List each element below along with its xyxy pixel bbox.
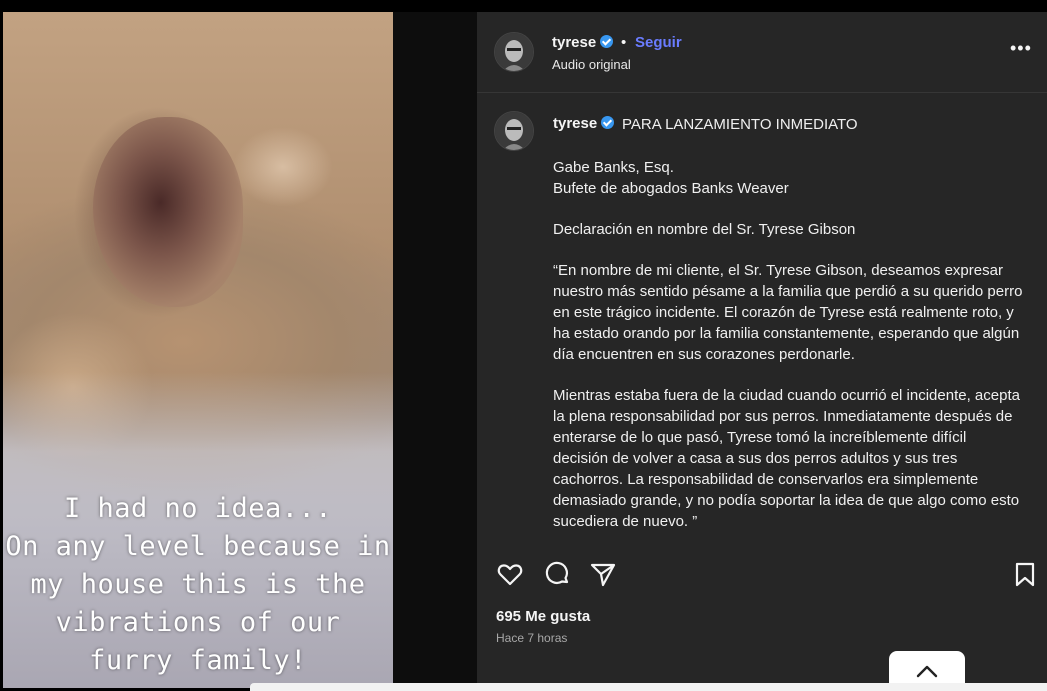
likes-count[interactable]: 695 Me gusta bbox=[496, 608, 590, 625]
post-caption-area: tyrese PARA LANZAMIENTO INMEDIATO Gabe B… bbox=[477, 93, 1047, 547]
verified-badge-icon bbox=[601, 116, 615, 129]
more-horizontal-icon[interactable]: ••• bbox=[1010, 38, 1032, 59]
caption-line: furry family! bbox=[89, 645, 307, 676]
dog-ear-area bbox=[93, 117, 243, 307]
instagram-post-modal: I had no idea... On any level because in… bbox=[0, 0, 1047, 691]
post-headline: PARA LANZAMIENTO INMEDIATO bbox=[622, 116, 858, 133]
media-letterbox bbox=[393, 12, 477, 688]
post-side-panel: tyrese • Seguir Audio original ••• tyres… bbox=[477, 12, 1047, 688]
post-header: tyrese • Seguir Audio original ••• bbox=[477, 12, 1047, 93]
caption-line: On any level because in bbox=[5, 531, 391, 562]
caption-paragraph: Declaración en nombre del Sr. Tyrese Gib… bbox=[553, 221, 856, 238]
post-video[interactable]: I had no idea... On any level because in… bbox=[3, 12, 393, 688]
dog-ear-fold bbox=[233, 127, 333, 207]
caption-paragraph: Gabe Banks, Esq. Bufete de abogados Bank… bbox=[553, 159, 789, 197]
username-text[interactable]: tyrese bbox=[552, 34, 596, 51]
chevron-up-icon bbox=[916, 665, 938, 678]
caption-paragraph: Mientras estaba fuera de la ciudad cuand… bbox=[553, 387, 1020, 530]
caption-paragraph: “En nombre de mi cliente, el Sr. Tyrese … bbox=[553, 262, 1023, 363]
follow-button[interactable]: Seguir bbox=[635, 34, 682, 51]
bottom-bar bbox=[250, 683, 1047, 691]
caption-line: vibrations of our bbox=[55, 607, 341, 638]
avatar[interactable] bbox=[494, 111, 534, 151]
heart-icon[interactable] bbox=[496, 560, 524, 588]
username-text[interactable]: tyrese bbox=[553, 115, 597, 132]
video-caption: I had no idea... On any level because in… bbox=[3, 490, 393, 680]
caption-text: Gabe Banks, Esq. Bufete de abogados Bank… bbox=[553, 157, 1023, 547]
verified-badge-icon bbox=[600, 35, 614, 48]
caption-username[interactable]: tyrese bbox=[553, 115, 615, 132]
caption-line: my house this is the bbox=[30, 569, 366, 600]
header-username[interactable]: tyrese bbox=[552, 34, 614, 51]
bookmark-icon[interactable] bbox=[1011, 560, 1039, 588]
separator-dot: • bbox=[621, 34, 627, 51]
caption-line: I had no idea... bbox=[63, 493, 333, 524]
comment-icon[interactable] bbox=[543, 560, 571, 588]
audio-label[interactable]: Audio original bbox=[552, 57, 631, 72]
post-timestamp[interactable]: Hace 7 horas bbox=[496, 631, 567, 645]
share-icon[interactable] bbox=[589, 560, 617, 588]
avatar[interactable] bbox=[494, 32, 534, 72]
action-bar bbox=[477, 548, 1047, 592]
